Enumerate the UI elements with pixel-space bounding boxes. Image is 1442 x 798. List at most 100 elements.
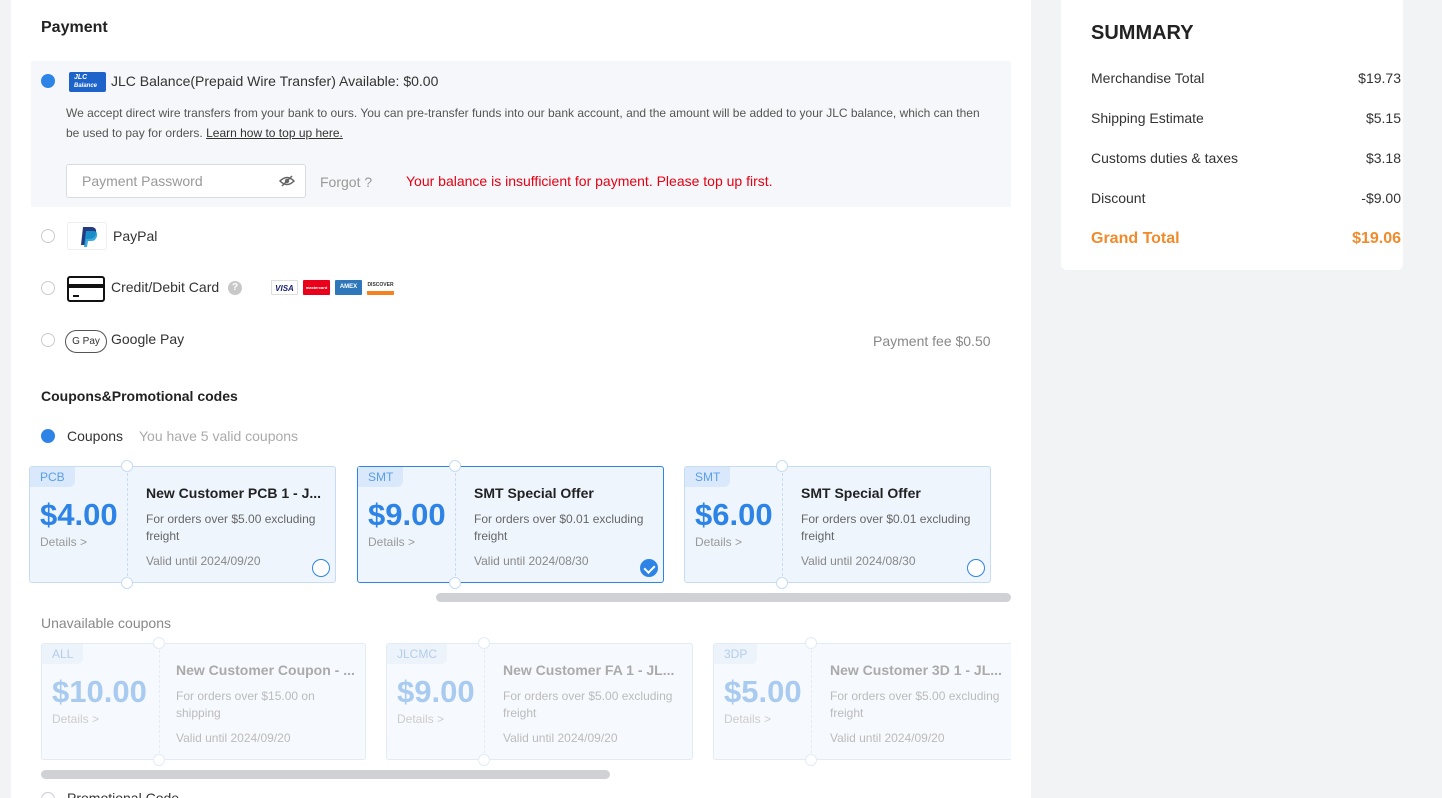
card-label: Credit/Debit Card [111,279,220,295]
coupon-title: New Customer PCB 1 - J... [146,485,322,501]
coupon-title: New Customer FA 1 - JL... [503,662,675,678]
summary-row-customs: Customs duties & taxes $3.18 [1091,150,1401,166]
coupon-divider [159,650,160,753]
coupon-notch [153,754,165,766]
coupon-description: For orders over $5.00 excluding freight [830,689,1000,720]
summary-row-shipping: Shipping Estimate $5.15 [1091,110,1401,126]
payment-title: Payment [41,19,108,36]
payment-fee: Payment fee $0.50 [873,333,991,349]
coupon-description: For orders over $15.00 on shipping [176,689,315,720]
coupon-divider [811,650,812,753]
summary-title: SUMMARY [1091,22,1194,44]
google-pay-label: Google Pay [111,331,185,347]
grand-total-label: Grand Total [1091,230,1180,247]
payment-password-input[interactable] [67,165,267,197]
jlc-desc-text: We accept direct wire transfers from you… [66,106,980,140]
coupon-amount: $6.00 [695,497,773,532]
coupon-description: For orders over $5.00 excluding freight [146,512,316,543]
google-pay-icon: G Pay [65,330,107,353]
unavailable-coupons-scrollbar[interactable] [41,770,610,779]
coupon-notch [449,577,461,589]
coupon-category: ALL [42,644,84,664]
coupons-section-title: Coupons&Promotional codes [41,388,238,404]
coupon-description: For orders over $0.01 excluding freight [801,512,971,543]
coupon-notch [121,460,133,472]
coupon-divider [127,473,128,576]
promo-code-radio[interactable] [41,792,55,798]
summary-row-discount: Discount -$9.00 [1091,190,1401,206]
coupon-card[interactable]: SMT $6.00 Details > SMT Special Offer Fo… [684,460,991,589]
coupon-title: New Customer Coupon - ... [176,662,355,678]
summary-row-grand-total: Grand Total $19.06 [1091,230,1401,248]
coupon-category: SMT [685,467,731,487]
coupon-card[interactable]: PCB $4.00 Details > New Customer PCB 1 -… [29,460,336,589]
coupon-validity: Valid until 2024/08/30 [474,554,589,568]
paypal-radio[interactable] [41,229,55,243]
paypal-label: PayPal [113,228,158,244]
summary-value: $3.18 [1365,150,1401,166]
coupon-details-link[interactable]: Details > [397,712,444,726]
coupons-label: Coupons [67,428,124,444]
jlc-balance-description: We accept direct wire transfers from you… [66,103,996,143]
help-icon[interactable]: ? [228,281,242,295]
coupon-notch [776,577,788,589]
jlc-balance-radio[interactable] [41,74,55,88]
balance-error-message: Your balance is insufficient for payment… [406,173,773,189]
coupon-amount: $9.00 [368,497,446,532]
summary-label: Shipping Estimate [1091,110,1204,126]
jlc-balance-label: JLC Balance(Prepaid Wire Transfer) Avail… [111,73,439,89]
google-pay-radio[interactable] [41,333,55,347]
unavailable-coupon-card: ALL $10.00 Details > New Customer Coupon… [41,637,366,766]
coupon-notch [121,577,133,589]
coupon-description: For orders over $5.00 excluding freight [503,689,673,720]
coupon-category: JLCMC [387,644,448,664]
card-radio[interactable] [41,281,55,295]
promo-code-label: Promotional Code [67,790,180,798]
coupon-validity: Valid until 2024/08/30 [801,554,916,568]
mastercard-icon: mastercard [303,280,330,295]
coupon-category: PCB [30,467,75,487]
coupon-notch [805,637,817,649]
coupon-details-link[interactable]: Details > [724,712,771,726]
coupon-category: SMT [358,467,404,487]
coupon-details-link[interactable]: Details > [40,535,87,549]
jlc-balance-logo-icon: JLC Balance [69,72,106,92]
coupon-validity: Valid until 2024/09/20 [176,731,291,745]
coupon-select-radio[interactable] [312,559,330,577]
coupon-details-link[interactable]: Details > [695,535,742,549]
forgot-password-link[interactable]: Forgot ? [320,174,372,190]
coupon-amount: $5.00 [724,674,802,709]
amex-icon: AMEX [335,280,362,295]
top-up-link[interactable]: Learn how to top up here. [206,126,343,140]
coupon-title: New Customer 3D 1 - JL... [830,662,1002,678]
summary-row-merchandise: Merchandise Total $19.73 [1091,70,1401,86]
payment-panel: Payment JLC Balance JLC Balance(Prepaid W… [11,0,1031,798]
discover-icon: DISCOVER [367,280,394,295]
credit-card-icon [67,276,105,302]
unavailable-coupon-card: JLCMC $9.00 Details > New Customer FA 1 … [386,637,693,766]
coupon-notch [478,754,490,766]
available-coupons-scrollbar[interactable] [436,593,1011,602]
coupon-title: SMT Special Offer [801,485,921,501]
coupon-validity: Valid until 2024/09/20 [146,554,261,568]
coupon-validity: Valid until 2024/09/20 [830,731,945,745]
visa-icon: VISA [271,280,298,295]
coupon-notch [776,460,788,472]
coupon-divider [455,473,456,576]
coupons-radio[interactable] [41,429,55,443]
coupon-amount: $10.00 [52,674,147,709]
checkmark-icon[interactable] [640,559,658,577]
coupon-amount: $4.00 [40,497,118,532]
coupon-card-selected[interactable]: SMT $9.00 Details > SMT Special Offer Fo… [357,460,664,589]
unavailable-coupon-card: 3DP $5.00 Details > New Customer 3D 1 - … [713,637,1011,766]
coupon-category: 3DP [714,644,758,664]
coupon-divider [782,473,783,576]
payment-password-field[interactable] [66,164,306,198]
valid-coupons-hint: You have 5 valid coupons [139,428,299,444]
eye-off-icon[interactable] [279,174,295,188]
coupon-details-link[interactable]: Details > [52,712,99,726]
coupon-select-radio[interactable] [967,559,985,577]
coupon-description: For orders over $0.01 excluding freight [474,512,644,543]
coupon-details-link[interactable]: Details > [368,535,415,549]
summary-label: Merchandise Total [1091,70,1205,86]
